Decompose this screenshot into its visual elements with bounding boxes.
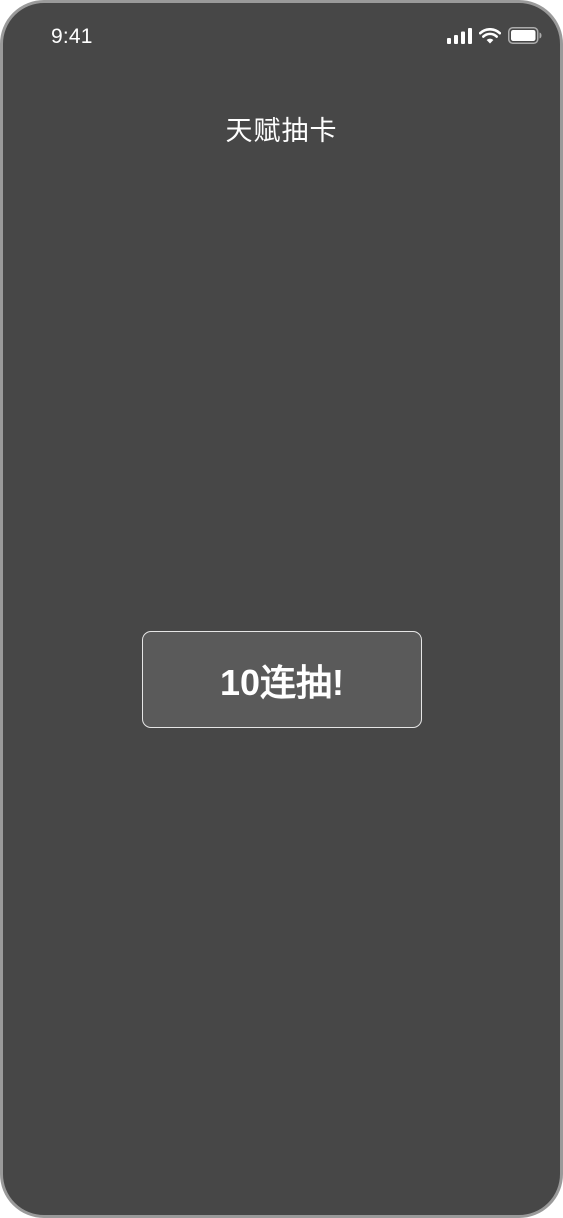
wifi-icon (479, 27, 501, 44)
status-time: 9:41 (51, 25, 93, 48)
status-bar: 9:41 (3, 3, 560, 67)
battery-icon (508, 27, 542, 44)
status-icons (447, 27, 542, 44)
ten-draw-button[interactable]: 10连抽! (142, 631, 422, 728)
phone-screen: 9:41 天赋抽卡 10连抽! (0, 0, 563, 1218)
page-title: 天赋抽卡 (225, 116, 338, 146)
cellular-signal-icon (447, 27, 472, 44)
ten-draw-button-label: 10连抽! (219, 661, 345, 703)
